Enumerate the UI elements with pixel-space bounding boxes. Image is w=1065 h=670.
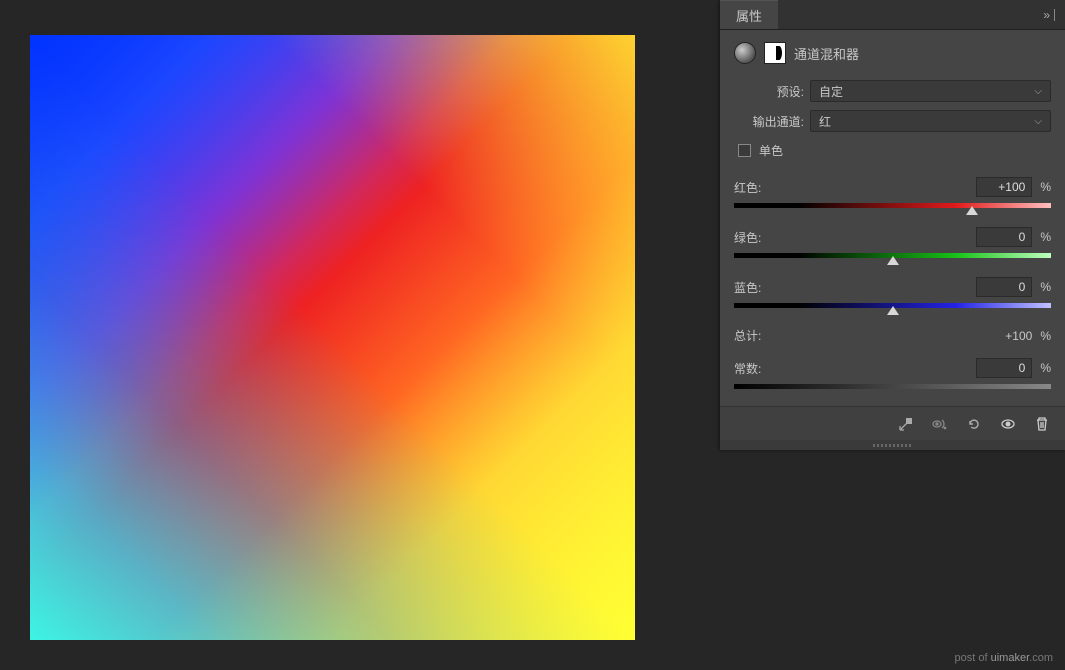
green-slider-block: 绿色: % [734,227,1051,263]
constant-track-bar [734,384,1051,389]
constant-slider-track[interactable] [734,384,1051,394]
chevron-down-icon: ⌵ [1034,116,1042,127]
output-channel-row: 输出通道: 红 ⌵ [734,110,1051,132]
preset-label: 预设: [734,83,804,100]
canvas-gradient [30,35,635,640]
red-value-input[interactable] [976,177,1032,197]
output-channel-value: 红 [819,113,831,130]
channel-mixer-icon [734,42,756,64]
panel-menu-icon [1054,9,1055,21]
watermark-suffix: .com [1029,652,1053,664]
blue-value-input[interactable] [976,277,1032,297]
chevron-right-icon: » [1043,8,1050,22]
total-label: 总计: [734,327,794,344]
tab-properties[interactable]: 属性 [720,0,778,29]
reset-button[interactable] [965,415,983,433]
blue-slider-label: 蓝色: [734,279,794,296]
green-value-input[interactable] [976,227,1032,247]
watermark-brand: uimaker [991,652,1030,664]
percent-label: % [1040,329,1051,343]
green-slider-track[interactable] [734,253,1051,263]
blue-slider-track[interactable] [734,303,1051,313]
preset-dropdown[interactable]: 自定 ⌵ [810,80,1051,102]
preset-row: 预设: 自定 ⌵ [734,80,1051,102]
red-slider-track[interactable] [734,203,1051,213]
view-previous-button[interactable] [931,415,949,433]
red-track-bar [734,203,1051,208]
panel-collapse-button[interactable]: » [1033,0,1065,29]
delete-button[interactable] [1033,415,1051,433]
percent-label: % [1040,230,1051,244]
percent-label: % [1040,280,1051,294]
blue-slider-block: 蓝色: % [734,277,1051,313]
monochrome-checkbox[interactable] [738,144,751,157]
monochrome-label: 单色 [759,142,783,159]
panel-body: 通道混和器 预设: 自定 ⌵ 输出通道: 红 ⌵ 单色 红色: % [720,30,1065,406]
properties-panel: 属性 » 通道混和器 预设: 自定 ⌵ 输出通道: 红 ⌵ [720,0,1065,450]
adjustment-header: 通道混和器 [734,42,1051,64]
total-value: +100 [976,329,1032,343]
output-channel-dropdown[interactable]: 红 ⌵ [810,110,1051,132]
panel-tabbar: 属性 » [720,0,1065,30]
watermark: post of uimaker.com [955,652,1053,664]
monochrome-row: 单色 [738,142,1051,159]
percent-label: % [1040,361,1051,375]
layer-mask-icon[interactable] [764,42,786,64]
red-slider-thumb[interactable] [966,206,978,215]
constant-label: 常数: [734,360,794,377]
percent-label: % [1040,180,1051,194]
watermark-prefix: post of [955,652,991,664]
red-slider-block: 红色: % [734,177,1051,213]
green-slider-thumb[interactable] [887,256,899,265]
preset-value: 自定 [819,83,843,100]
blue-slider-thumb[interactable] [887,306,899,315]
adjustment-title: 通道混和器 [794,44,859,63]
total-row: 总计: +100 % [734,327,1051,344]
green-slider-label: 绿色: [734,229,794,246]
panel-footer [720,406,1065,440]
chevron-down-icon: ⌵ [1034,86,1042,97]
canvas-gradient-layer [30,35,635,640]
constant-value-input[interactable] [976,358,1032,378]
output-channel-label: 输出通道: [734,113,804,130]
clip-to-layer-button[interactable] [897,415,915,433]
red-slider-label: 红色: [734,179,794,196]
constant-slider-block: 常数: % [734,358,1051,394]
panel-resize-grip[interactable] [720,440,1065,450]
visibility-button[interactable] [999,415,1017,433]
